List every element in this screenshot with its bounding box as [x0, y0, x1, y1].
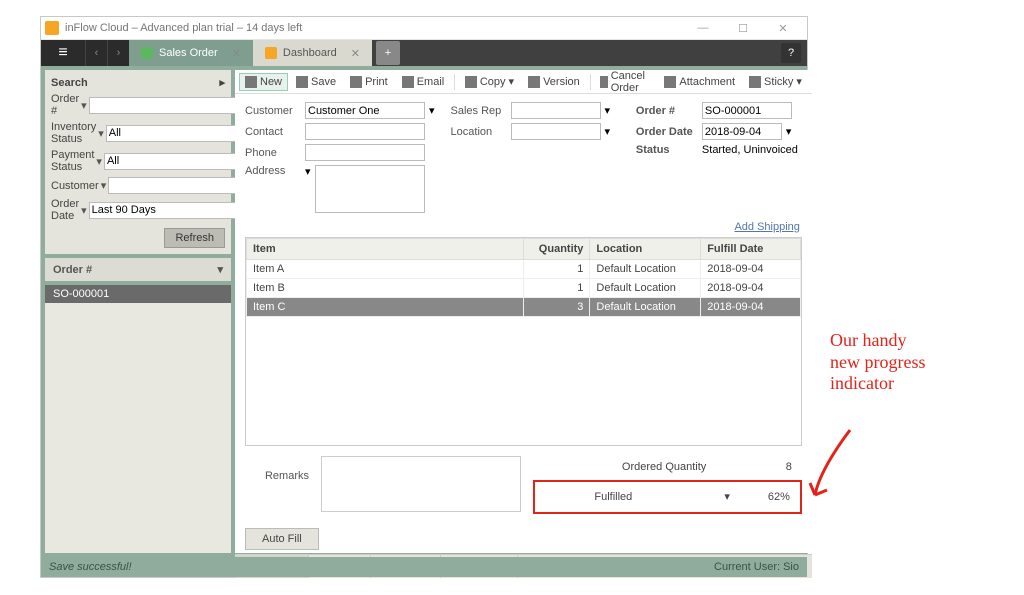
address-input[interactable]	[315, 165, 425, 213]
search-panel: Search ▸ Order #▾ Inventory Status▾ Paym…	[45, 70, 231, 254]
table-row[interactable]: Item C3Default Location2018-09-04	[247, 298, 801, 317]
sticky-button[interactable]: Sticky▾	[743, 72, 808, 91]
email-button[interactable]: Email	[396, 73, 451, 91]
new-icon	[245, 76, 257, 88]
toolbar: New Save Print Email Copy▾ Version Cance…	[235, 70, 812, 94]
titlebar: inFlow Cloud – Advanced plan trial – 14 …	[41, 17, 807, 40]
fulfilled-pct-value: 62%	[750, 491, 790, 503]
nav-back-button[interactable]: ‹	[85, 40, 107, 66]
order-number-input[interactable]	[702, 102, 792, 119]
attachment-button[interactable]: Attachment	[658, 73, 741, 91]
order-row[interactable]: SO-000001	[45, 285, 231, 303]
summary-section: Remarks Ordered Quantity 8 Fulfilled ▾ 6…	[245, 456, 802, 514]
sticky-icon	[749, 76, 761, 88]
attachment-icon	[664, 76, 676, 88]
search-inventory-select[interactable]	[106, 125, 254, 142]
app-logo-icon	[45, 21, 59, 35]
email-icon	[402, 76, 414, 88]
version-button[interactable]: Version	[522, 73, 586, 91]
hamburger-menu-button[interactable]: ≡	[41, 40, 85, 66]
window-title: inFlow Cloud – Advanced plan trial – 14 …	[65, 22, 302, 34]
customer-select[interactable]	[305, 102, 425, 119]
close-tab-icon[interactable]: ✕	[351, 47, 360, 60]
copy-icon	[465, 76, 477, 88]
line-items-grid: Item Quantity Location Fulfill Date Item…	[245, 237, 802, 446]
close-button[interactable]: ✕	[763, 19, 803, 37]
add-tab-button[interactable]: +	[376, 41, 400, 65]
status-value: Started, Uninvoiced	[702, 144, 802, 156]
search-date-select[interactable]	[89, 202, 237, 219]
annotation-text: Our handy new progress indicator	[830, 330, 925, 395]
search-order-input[interactable]	[89, 97, 237, 114]
order-form: Customer▾ Contact Phone Address▾ Sales R…	[235, 94, 812, 221]
ordered-qty-value: 8	[752, 461, 792, 473]
status-bar: Save successful! Current User: Sio	[41, 557, 807, 577]
salesrep-select[interactable]	[511, 102, 601, 119]
phone-input[interactable]	[305, 144, 425, 161]
dashboard-icon	[265, 47, 277, 59]
app-window: inFlow Cloud – Advanced plan trial – 14 …	[40, 16, 808, 578]
maximize-button[interactable]: ☐	[723, 19, 763, 37]
remarks-input[interactable]	[321, 456, 521, 512]
main-panel: New Save Print Email Copy▾ Version Cance…	[235, 70, 812, 553]
sidebar: Search ▸ Order #▾ Inventory Status▾ Paym…	[45, 70, 231, 553]
minimize-button[interactable]: —	[683, 19, 723, 37]
new-button[interactable]: New	[239, 73, 288, 91]
sort-icon[interactable]: ▾	[217, 263, 223, 276]
table-row[interactable]: Item A1Default Location2018-09-04	[247, 260, 801, 279]
cancel-icon	[600, 76, 607, 88]
chevron-down-icon[interactable]: ▾	[724, 490, 730, 503]
sales-order-icon	[141, 47, 153, 59]
print-icon	[350, 76, 362, 88]
order-list: SO-000001	[45, 285, 231, 553]
tab-sales-order[interactable]: Sales Order ✕	[129, 40, 253, 66]
order-list-header[interactable]: Order # ▾	[45, 258, 231, 281]
fulfilled-indicator: Fulfilled ▾ 62%	[533, 480, 802, 514]
cancel-order-button[interactable]: Cancel Order	[594, 67, 656, 97]
add-shipping-link[interactable]: Add Shipping	[734, 221, 799, 233]
save-icon	[296, 76, 308, 88]
location-select[interactable]	[511, 123, 601, 140]
refresh-button[interactable]: Refresh	[164, 228, 225, 248]
contact-input[interactable]	[305, 123, 425, 140]
status-message: Save successful!	[49, 561, 132, 573]
print-button[interactable]: Print	[344, 73, 394, 91]
tab-dashboard[interactable]: Dashboard ✕	[253, 40, 372, 66]
search-payment-select[interactable]	[104, 153, 252, 170]
table-row[interactable]: Item B1Default Location2018-09-04	[247, 279, 801, 298]
search-header: Search	[51, 77, 88, 89]
tab-strip: ≡ ‹ › Sales Order ✕ Dashboard ✕ + ?	[41, 40, 807, 66]
auto-fill-button[interactable]: Auto Fill	[245, 528, 319, 550]
close-tab-icon[interactable]: ✕	[232, 47, 241, 60]
copy-button[interactable]: Copy▾	[459, 72, 520, 91]
collapse-icon[interactable]: ▸	[219, 76, 225, 89]
current-user: Current User: Sio	[714, 561, 799, 573]
version-icon	[528, 76, 540, 88]
annotation-arrow-icon	[810, 420, 870, 500]
nav-forward-button[interactable]: ›	[107, 40, 129, 66]
help-button[interactable]: ?	[781, 43, 801, 63]
save-button[interactable]: Save	[290, 73, 342, 91]
order-date-input[interactable]	[702, 123, 782, 140]
